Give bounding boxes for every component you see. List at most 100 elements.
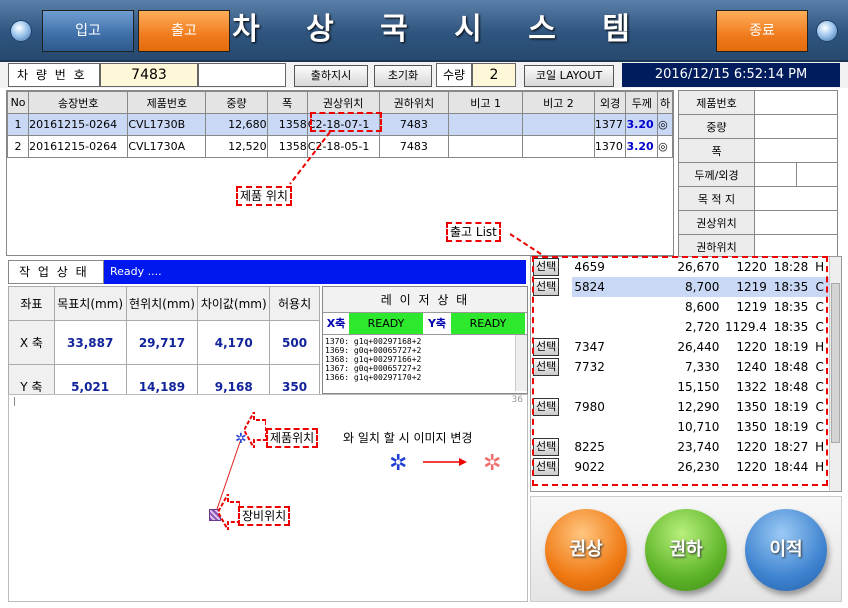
list-id: 8225 [574, 440, 605, 454]
list-item[interactable]: 선택 4659 26,670 1220 18:28 H [531, 257, 829, 277]
list-item[interactable]: 선택 5824 8,700 1219 18:35 C [531, 277, 829, 297]
list-item[interactable]: 2,720 1129.4 18:35 C [531, 317, 829, 337]
cell-product: CVL1730B [127, 113, 207, 136]
list-item[interactable]: 8,600 1219 18:35 C [531, 297, 829, 317]
list-weight: 15,150 [677, 380, 720, 394]
list-width: 1129.4 [724, 320, 767, 334]
detail-label: 권하위치 [678, 234, 755, 259]
outbound-button[interactable]: 출고 [138, 10, 230, 52]
select-button[interactable]: 선택 [533, 258, 560, 276]
select-cell [531, 417, 572, 437]
x-target: 33,887 [53, 320, 127, 365]
legend-arrow-icon [423, 455, 467, 469]
list-width: 1219 [721, 277, 769, 297]
list-id: 5824 [572, 277, 672, 297]
list-item[interactable]: 선택 9022 26,230 1220 18:44 H [531, 457, 829, 477]
equipment-position-callout: 장비위치 [238, 506, 291, 526]
col-note2: 비고 2 [522, 91, 595, 114]
list-time: 18:35 [773, 300, 809, 314]
coord-header: 현위치(mm) [125, 286, 199, 321]
list-id [572, 377, 671, 397]
list-id: 7732 [574, 360, 605, 374]
status-light-icon [10, 20, 32, 42]
col-weight: 중량 [205, 91, 268, 114]
list-item[interactable]: 선택 8225 23,740 1220 18:27 H [531, 437, 829, 457]
work-status-value: Ready .... [104, 260, 526, 284]
list-weight: 8,700 [671, 277, 722, 297]
cell-drop: 7483 [378, 135, 450, 158]
list-code: C [810, 277, 829, 297]
select-cell [531, 317, 572, 337]
cell-invoice: 20161215-0264 [28, 113, 129, 136]
select-cell [531, 377, 572, 397]
detail-value [754, 186, 838, 211]
select-cell: 선택 [531, 357, 572, 377]
list-time: 18:35 [773, 320, 809, 334]
list-item[interactable]: 선택 7347 26,440 1220 18:19 H [531, 337, 829, 357]
yard-map[interactable]: | 36 ✲ 와 일치 할 시 이미지 변경 ✲ ✲ [8, 394, 528, 602]
list-item[interactable]: 10,710 1350 18:19 C [531, 417, 829, 437]
list-width: 1220 [736, 260, 767, 274]
list-item[interactable]: 선택 7732 7,330 1240 18:48 C [531, 357, 829, 377]
cell-no: 1 [6, 113, 30, 136]
coil-layout-button[interactable]: 코일 LAYOUT [524, 65, 614, 87]
select-cell: 선택 [531, 397, 572, 417]
col-note1: 비고 1 [448, 91, 524, 114]
select-cell: 선택 [531, 277, 572, 297]
x-current: 29,717 [125, 320, 199, 365]
hoist-down-button[interactable]: 권하 [645, 509, 727, 591]
select-button[interactable]: 선택 [533, 358, 560, 376]
inbound-button[interactable]: 입고 [42, 10, 134, 52]
table-row[interactable]: 2 20161215-0264 CVL1730A 12,520 1358 C2-… [6, 135, 673, 158]
list-width: 1220 [736, 460, 767, 474]
list-time: 18:44 [773, 460, 809, 474]
list-weight: 23,740 [677, 440, 720, 454]
cell-ha: ◎ [657, 135, 673, 158]
quantity-field[interactable]: 2 [472, 63, 516, 87]
list-code: C [815, 360, 824, 374]
list-item[interactable]: 선택 7980 12,290 1350 18:19 C [531, 397, 829, 417]
status-light-icon [816, 20, 838, 42]
log-scrollbar[interactable] [515, 335, 527, 391]
cell-note2 [522, 113, 595, 136]
list-code: C [815, 300, 824, 314]
cell-no: 2 [6, 135, 30, 158]
datetime-display: 2016/12/15 6:52:14 PM [622, 63, 840, 87]
x-tolerance: 500 [269, 320, 320, 365]
vehicle-number-field[interactable]: 7483 [100, 63, 198, 87]
dispatch-order-button[interactable]: 출하지시 [294, 65, 368, 87]
coord-header: 차이값(mm) [197, 286, 271, 321]
exit-button[interactable]: 종료 [716, 10, 808, 52]
list-weight: 26,440 [677, 340, 720, 354]
reset-button[interactable]: 초기화 [374, 65, 432, 87]
select-button[interactable]: 선택 [533, 438, 560, 456]
col-od: 외경 [593, 91, 627, 114]
list-width: 1350 [736, 400, 767, 414]
select-cell: 선택 [531, 457, 572, 477]
select-button[interactable]: 선택 [533, 278, 560, 296]
list-id [572, 417, 671, 437]
laser-status-title: 레 이 저 상 태 [323, 287, 527, 313]
detail-value [754, 234, 838, 259]
select-button[interactable]: 선택 [533, 338, 560, 356]
transfer-button[interactable]: 이적 [745, 509, 827, 591]
vehicle-extra-field[interactable] [198, 63, 286, 87]
list-item[interactable]: 15,150 1322 18:48 C [531, 377, 829, 397]
log-line: 1368: g1q+00297166+2 [325, 355, 422, 364]
detail-value [754, 162, 797, 187]
select-button[interactable]: 선택 [533, 458, 560, 476]
hoist-up-button[interactable]: 권상 [545, 509, 627, 591]
select-cell [531, 297, 572, 317]
select-button[interactable]: 선택 [533, 398, 560, 416]
log-line: 1370: g1q+00297168+2 [325, 337, 422, 346]
detail-label: 폭 [678, 138, 755, 163]
release-list-scrollbar[interactable] [829, 257, 841, 491]
coordinate-panel: 좌표 목표치(mm) 현위치(mm) 차이값(mm) 허용치 X 축 33,88… [8, 286, 320, 409]
col-drop: 권하위치 [378, 91, 450, 114]
list-time: 18:28 [773, 260, 809, 274]
list-width: 1350 [736, 420, 767, 434]
coord-header: 좌표 [8, 286, 55, 321]
list-code: C [815, 320, 824, 334]
select-cell: 선택 [531, 437, 572, 457]
laser-log[interactable]: 1370: g1q+00297168+2 1369: g0q+00065727+… [323, 335, 527, 391]
